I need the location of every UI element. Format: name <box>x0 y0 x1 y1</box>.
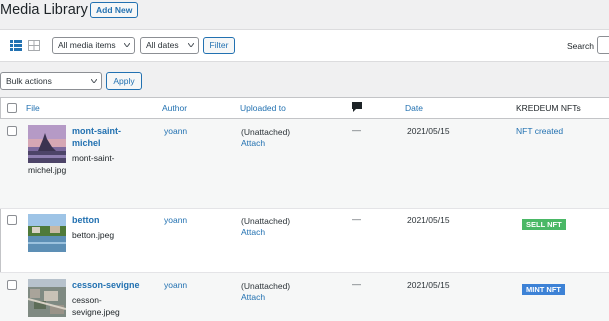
row-divider <box>0 208 609 209</box>
chevron-down-icon <box>124 43 130 47</box>
comment-bubble-icon[interactable] <box>352 102 362 112</box>
media-title-link[interactable]: betton <box>72 214 100 226</box>
media-thumbnail[interactable] <box>28 279 66 317</box>
chevron-down-icon <box>91 79 97 83</box>
author-link[interactable]: yoann <box>164 280 187 290</box>
file-name-line: sevigne.jpeg <box>72 307 120 317</box>
uploaded-status: (Unattached) <box>241 281 291 291</box>
author-link[interactable]: yoann <box>164 126 187 136</box>
date-select[interactable]: All dates <box>140 37 199 54</box>
file-name-line: cesson- <box>72 295 102 305</box>
author-link[interactable]: yoann <box>164 215 187 225</box>
column-file[interactable]: File <box>26 103 40 113</box>
column-uploaded-to[interactable]: Uploaded to <box>240 103 286 113</box>
uploaded-status: (Unattached) <box>241 216 291 226</box>
bulk-actions-select[interactable]: Bulk actions <box>0 72 102 90</box>
column-date[interactable]: Date <box>405 103 423 113</box>
media-title-link[interactable]: mont-saint- michel <box>72 125 121 149</box>
column-kredeum-nfts: KREDEUM NFTs <box>516 103 581 113</box>
sell-nft-button[interactable]: SELL NFT <box>522 219 566 230</box>
row-checkbox[interactable] <box>7 215 17 225</box>
comment-count: — <box>352 279 361 289</box>
filter-button[interactable]: Filter <box>203 37 235 54</box>
row-checkbox[interactable] <box>7 280 17 290</box>
mint-nft-button[interactable]: MINT NFT <box>522 284 565 295</box>
nft-created-link[interactable]: NFT created <box>516 126 563 136</box>
file-name-line: michel.jpg <box>28 165 67 175</box>
search-label: Search <box>567 41 594 51</box>
bulk-actions-value: Bulk actions <box>6 76 52 86</box>
media-title-link[interactable]: cesson-sevigne <box>72 279 140 291</box>
chevron-down-icon <box>188 43 194 47</box>
media-thumbnail[interactable] <box>28 214 66 252</box>
media-title-line: michel <box>72 138 101 148</box>
upload-date: 2021/05/15 <box>407 280 450 290</box>
add-new-button[interactable]: Add New <box>90 2 139 18</box>
column-author[interactable]: Author <box>162 103 187 113</box>
media-type-value: All media items <box>58 40 116 50</box>
search-input[interactable] <box>597 36 609 54</box>
media-type-select[interactable]: All media items <box>52 37 135 54</box>
file-name-line: mont-saint- <box>72 153 115 163</box>
media-title-line: mont-saint- <box>72 126 121 136</box>
row-divider <box>0 272 609 273</box>
attach-link[interactable]: Attach <box>241 138 265 148</box>
attach-link[interactable]: Attach <box>241 292 265 302</box>
list-view-icon[interactable] <box>10 40 22 51</box>
row-checkbox[interactable] <box>7 126 17 136</box>
media-title-line: cesson-sevigne <box>72 280 140 290</box>
uploaded-status: (Unattached) <box>241 127 291 137</box>
media-thumbnail[interactable] <box>28 125 66 163</box>
page-title: Media Library <box>0 2 88 18</box>
apply-button[interactable]: Apply <box>106 72 142 90</box>
comment-count: — <box>352 125 361 135</box>
comment-count: — <box>352 214 361 224</box>
upload-date: 2021/05/15 <box>407 126 450 136</box>
grid-view-icon[interactable] <box>28 40 40 51</box>
select-all-checkbox[interactable] <box>7 103 17 113</box>
date-select-value: All dates <box>146 40 179 50</box>
file-name-line: betton.jpeg <box>72 230 115 240</box>
attach-link[interactable]: Attach <box>241 227 265 237</box>
media-title-line: betton <box>72 215 100 225</box>
upload-date: 2021/05/15 <box>407 215 450 225</box>
